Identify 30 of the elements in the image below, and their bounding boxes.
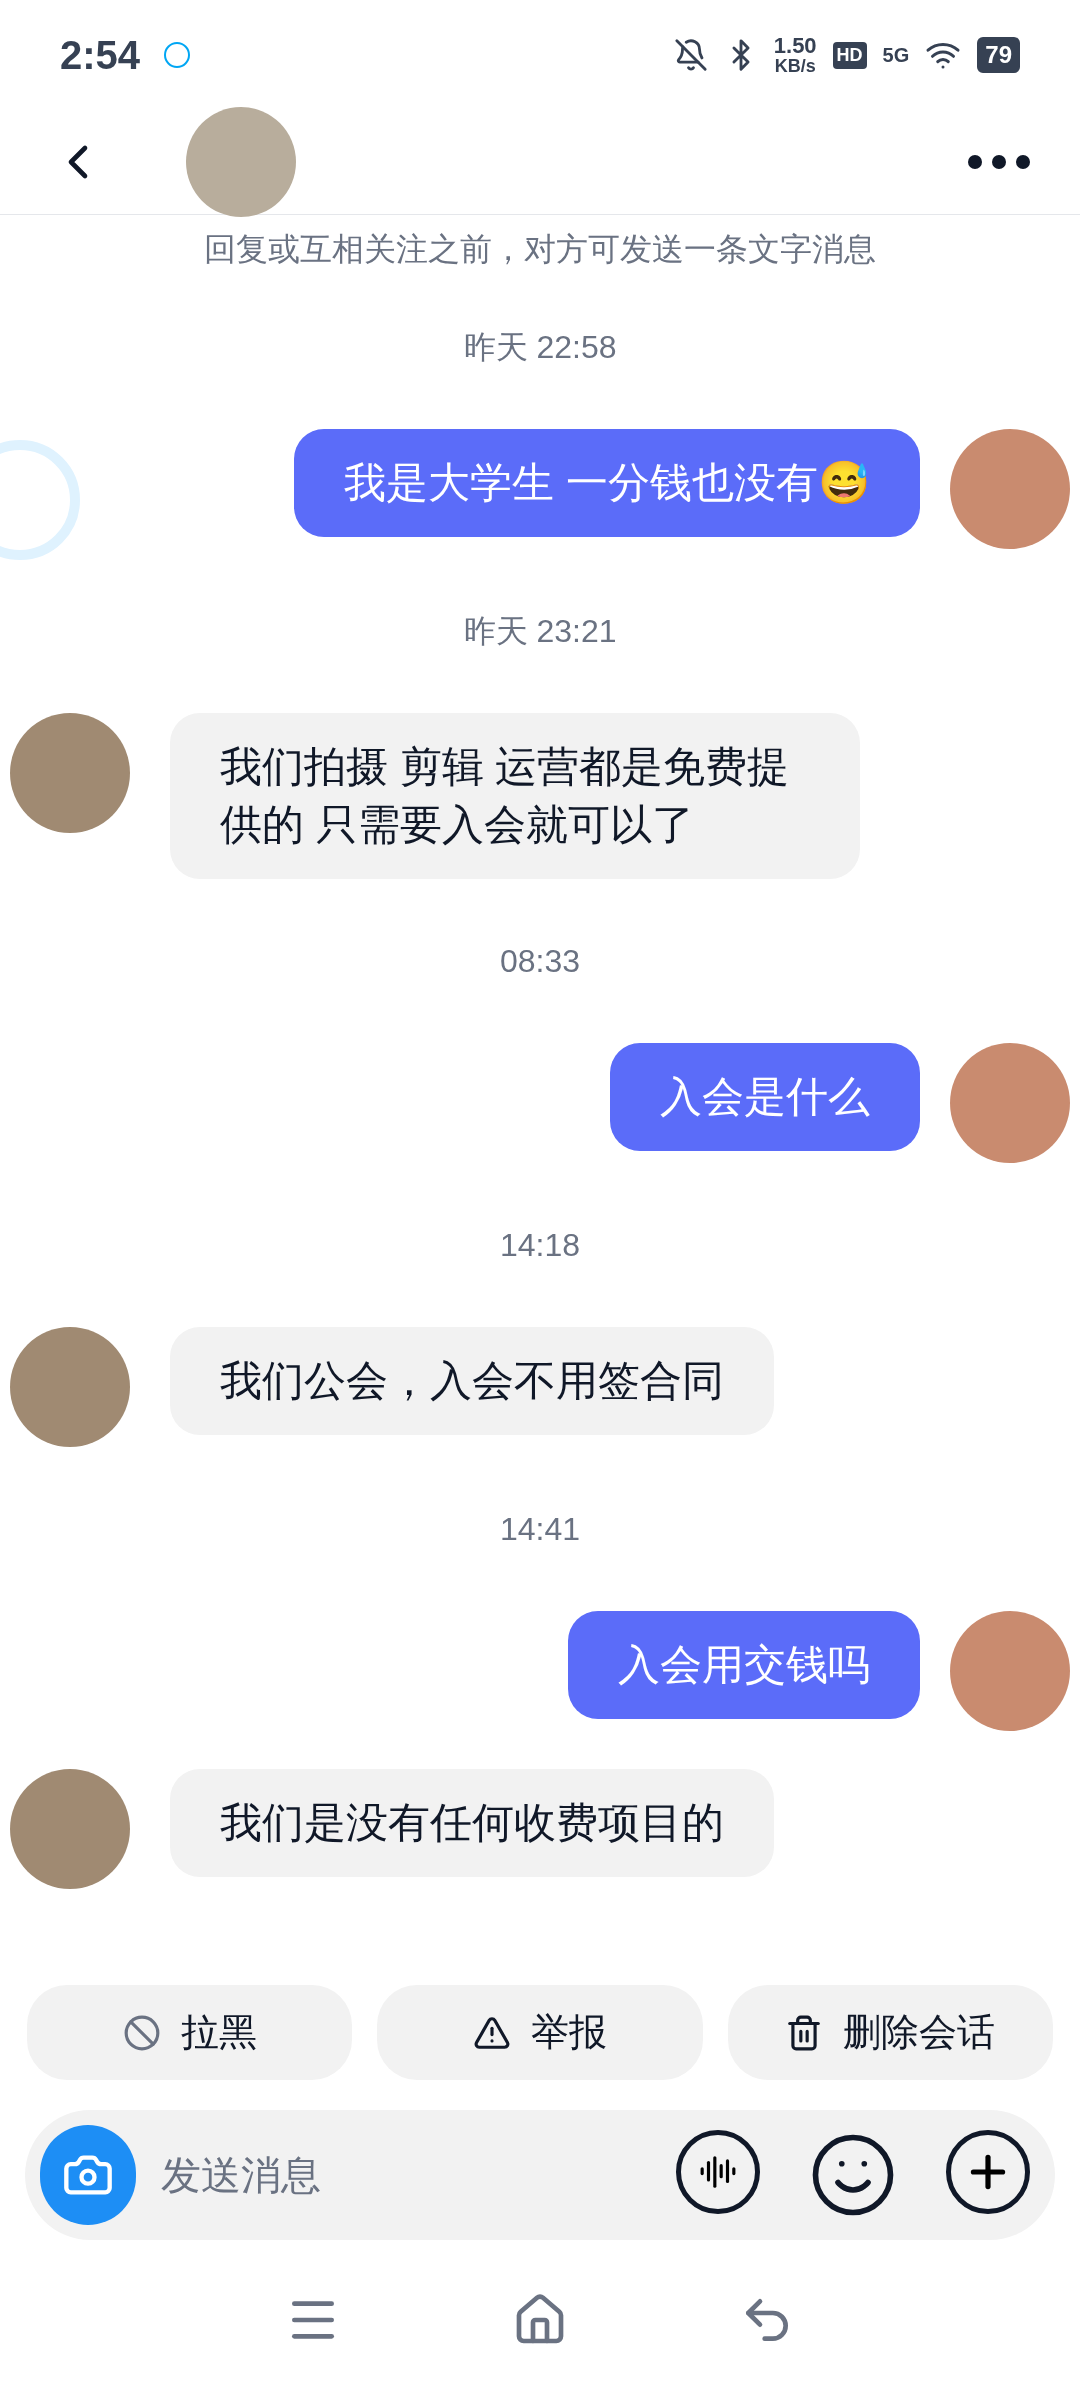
timestamp: 08:33 [499,942,581,981]
plus-button[interactable] [946,2130,1030,2214]
received-message[interactable]: 我们公会，入会不用签合同 [170,1327,774,1435]
speed-unit: KB/s [774,57,816,75]
notice-text: 回复或互相关注之前，对方可发送一条文字消息 [203,230,877,269]
block-icon [122,2013,161,2052]
received-message[interactable]: 我们拍摄 剪辑 运营都是免费提供的 只需要入会就可以了 [170,713,860,879]
sent-message[interactable]: 入会用交钱吗 [568,1611,920,1719]
message-input-bar[interactable]: 发送消息 [25,2110,1055,2240]
action-button[interactable]: 拉黑 [27,1985,353,2080]
sent-message[interactable]: 我是大学生 一分钱也没有😅 [294,429,920,537]
battery-indicator: 79 [977,37,1020,73]
app-badge-icon [164,42,191,68]
timestamp: 14:18 [499,1226,581,1265]
speed-value: 1.50 [773,35,817,57]
network-label: 5G [882,43,910,68]
sound-wave-icon [699,2153,737,2191]
hd-badge: HD [832,41,867,69]
voice-button[interactable] [676,2130,760,2214]
status-time: 2:54 [60,32,141,79]
action-button[interactable]: 删除会话 [727,1985,1053,2080]
action-button[interactable]: 举报 [377,1985,703,2080]
more-button[interactable] [968,155,1030,169]
sent-message[interactable]: 入会是什么 [610,1043,920,1151]
timestamp: 14:41 [499,1510,581,1549]
received-message[interactable]: 我们是没有任何收费项目的 [170,1769,774,1877]
message-field[interactable]: 发送消息 [161,2145,676,2205]
timestamp: 昨天 22:58 [463,328,617,367]
timestamp: 昨天 23:21 [463,612,617,651]
mute-icon [673,38,708,72]
